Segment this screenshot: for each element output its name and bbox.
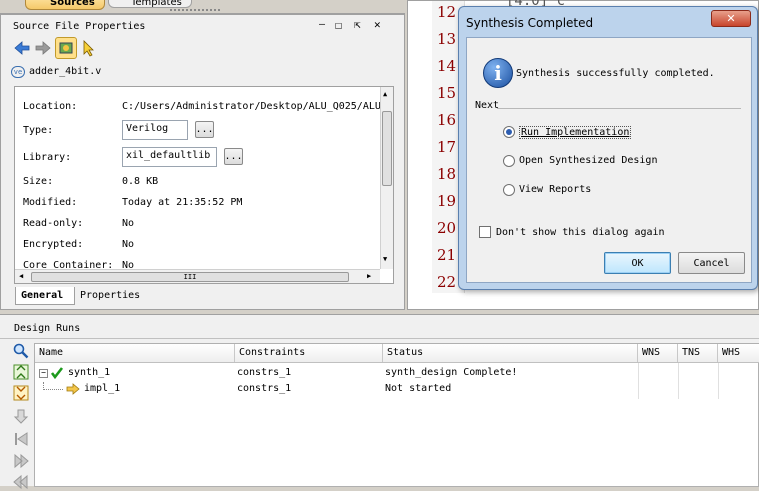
move-down-icon[interactable] (12, 407, 30, 425)
collapse-all-icon[interactable] (12, 363, 30, 381)
panel-float-button[interactable]: ⇱ (354, 18, 368, 31)
encrypted-label: Encrypted: (23, 239, 84, 250)
panel-close-button[interactable]: ✕ (374, 18, 388, 31)
play-forward-icon[interactable] (12, 452, 30, 470)
rewind-icon[interactable] (12, 473, 30, 491)
size-value: 0.8 KB (122, 176, 159, 187)
dont-show-label[interactable]: Don't show this dialog again (496, 227, 665, 238)
source-file-properties-panel: Source File Properties — ☐ ⇱ ✕ ve adder_… (0, 14, 405, 310)
dialog-close-button[interactable]: ✕ (711, 10, 751, 27)
core-container-label: Core Container: (23, 260, 114, 269)
column-divider (638, 363, 639, 399)
tab-general[interactable]: General (15, 287, 75, 305)
dialog-title: Synthesis Completed (466, 16, 594, 30)
horizontal-scrollbar[interactable]: ◀ III ▶ (15, 269, 380, 283)
expand-all-icon[interactable] (12, 384, 30, 402)
tree-collapse-icon[interactable]: − (39, 369, 48, 378)
select-cursor-icon[interactable] (81, 39, 97, 57)
readonly-label: Read-only: (23, 218, 84, 229)
dialog-message: Synthesis successfully completed. (516, 68, 715, 79)
modified-label: Modified: (23, 197, 78, 208)
search-icon[interactable] (12, 342, 30, 360)
drag-handle[interactable] (170, 9, 220, 12)
readonly-value: No (122, 218, 135, 229)
cancel-button[interactable]: Cancel (678, 252, 745, 274)
top-tab-strip: Sources Templates (0, 0, 405, 14)
file-name: adder_4bit.v (29, 66, 102, 77)
design-runs-panel: Design Runs Name Constraints Status WNS … (0, 314, 759, 490)
column-header-wns[interactable]: WNS (638, 344, 678, 362)
scroll-thumb[interactable] (382, 111, 392, 186)
properties-rows: Location: C:/Users/Administrator/Desktop… (15, 87, 381, 269)
column-header-whs[interactable]: WHS (718, 344, 759, 362)
run-status: Not started (385, 383, 452, 394)
column-header-status[interactable]: Status (383, 344, 638, 362)
title-divider (0, 338, 759, 339)
panel-title: Source File Properties (13, 21, 146, 32)
column-divider (678, 363, 679, 399)
run-implementation-label[interactable]: Run Implementation (519, 126, 632, 139)
scroll-down-arrow-icon[interactable]: ▼ (383, 255, 387, 263)
modified-value: Today at 21:35:52 PM (122, 197, 243, 208)
verilog-file-icon: ve (11, 66, 25, 78)
synthesis-completed-dialog: Synthesis Completed ✕ i Synthesis succes… (458, 6, 758, 290)
library-field[interactable]: xil_defaultlib (122, 147, 217, 167)
scroll-up-arrow-icon[interactable]: ▲ (383, 90, 387, 98)
type-browse-button[interactable]: ... (195, 121, 214, 138)
vertical-scrollbar[interactable]: ▲ ▼ (380, 87, 393, 269)
run-constraints: constrs_1 (237, 383, 292, 394)
tab-properties[interactable]: Properties (76, 287, 146, 305)
forward-arrow-icon[interactable] (34, 39, 52, 57)
column-header-constraints[interactable]: Constraints (235, 344, 383, 362)
scroll-right-arrow-icon[interactable]: ▶ (367, 272, 371, 280)
open-synthesized-design-radio[interactable] (503, 155, 515, 167)
runs-table: Name Constraints Status WNS TNS WHS − sy… (34, 343, 759, 487)
first-page-icon[interactable] (12, 430, 30, 448)
back-arrow-icon[interactable] (13, 39, 31, 57)
hscroll-thumb[interactable]: III (31, 272, 349, 282)
core-container-value: No (122, 260, 135, 269)
run-name: impl_1 (84, 383, 121, 394)
location-label: Location: (23, 101, 78, 112)
arrow-right-icon (66, 383, 80, 398)
tab-templates[interactable]: Templates (108, 0, 192, 8)
design-runs-title: Design Runs (14, 323, 81, 334)
ok-button[interactable]: OK (604, 252, 671, 274)
type-field[interactable]: Verilog (122, 120, 188, 140)
view-reports-label[interactable]: View Reports (519, 184, 591, 195)
open-synthesized-design-label[interactable]: Open Synthesized Design (519, 155, 657, 166)
run-status: synth_design Complete! (385, 367, 518, 378)
run-constraints: constrs_1 (237, 367, 292, 378)
column-header-tns[interactable]: TNS (678, 344, 718, 362)
dialog-body: i Synthesis successfully completed. Next… (466, 37, 752, 283)
library-label: Library: (23, 152, 72, 163)
size-label: Size: (23, 176, 54, 187)
scroll-left-arrow-icon[interactable]: ◀ (19, 272, 23, 280)
column-divider (718, 363, 719, 399)
encrypted-value: No (122, 239, 135, 250)
panel-minimize-button[interactable]: — (319, 19, 333, 30)
auto-update-icon[interactable] (55, 37, 77, 59)
table-row[interactable]: − synth_1 constrs_1 synth_design Complet… (35, 366, 759, 382)
properties-box: Location: C:/Users/Administrator/Desktop… (14, 86, 394, 284)
tree-connector (43, 382, 63, 390)
location-value: C:/Users/Administrator/Desktop/ALU_Q025/… (122, 101, 381, 112)
panel-maximize-button[interactable]: ☐ (335, 18, 349, 32)
library-browse-button[interactable]: ... (224, 148, 243, 165)
next-section-label: Next (475, 100, 500, 111)
next-divider (497, 108, 741, 109)
table-row[interactable]: impl_1 constrs_1 Not started (35, 382, 759, 398)
info-icon: i (483, 58, 513, 88)
view-reports-radio[interactable] (503, 184, 515, 196)
table-header: Name Constraints Status WNS TNS WHS (35, 344, 759, 363)
run-name: synth_1 (68, 367, 111, 378)
tab-sources[interactable]: Sources (25, 0, 105, 10)
column-header-name[interactable]: Name (35, 344, 235, 362)
run-implementation-radio[interactable] (503, 126, 515, 138)
dont-show-checkbox[interactable] (479, 226, 491, 238)
check-mark-icon (50, 366, 64, 383)
type-label: Type: (23, 125, 54, 136)
